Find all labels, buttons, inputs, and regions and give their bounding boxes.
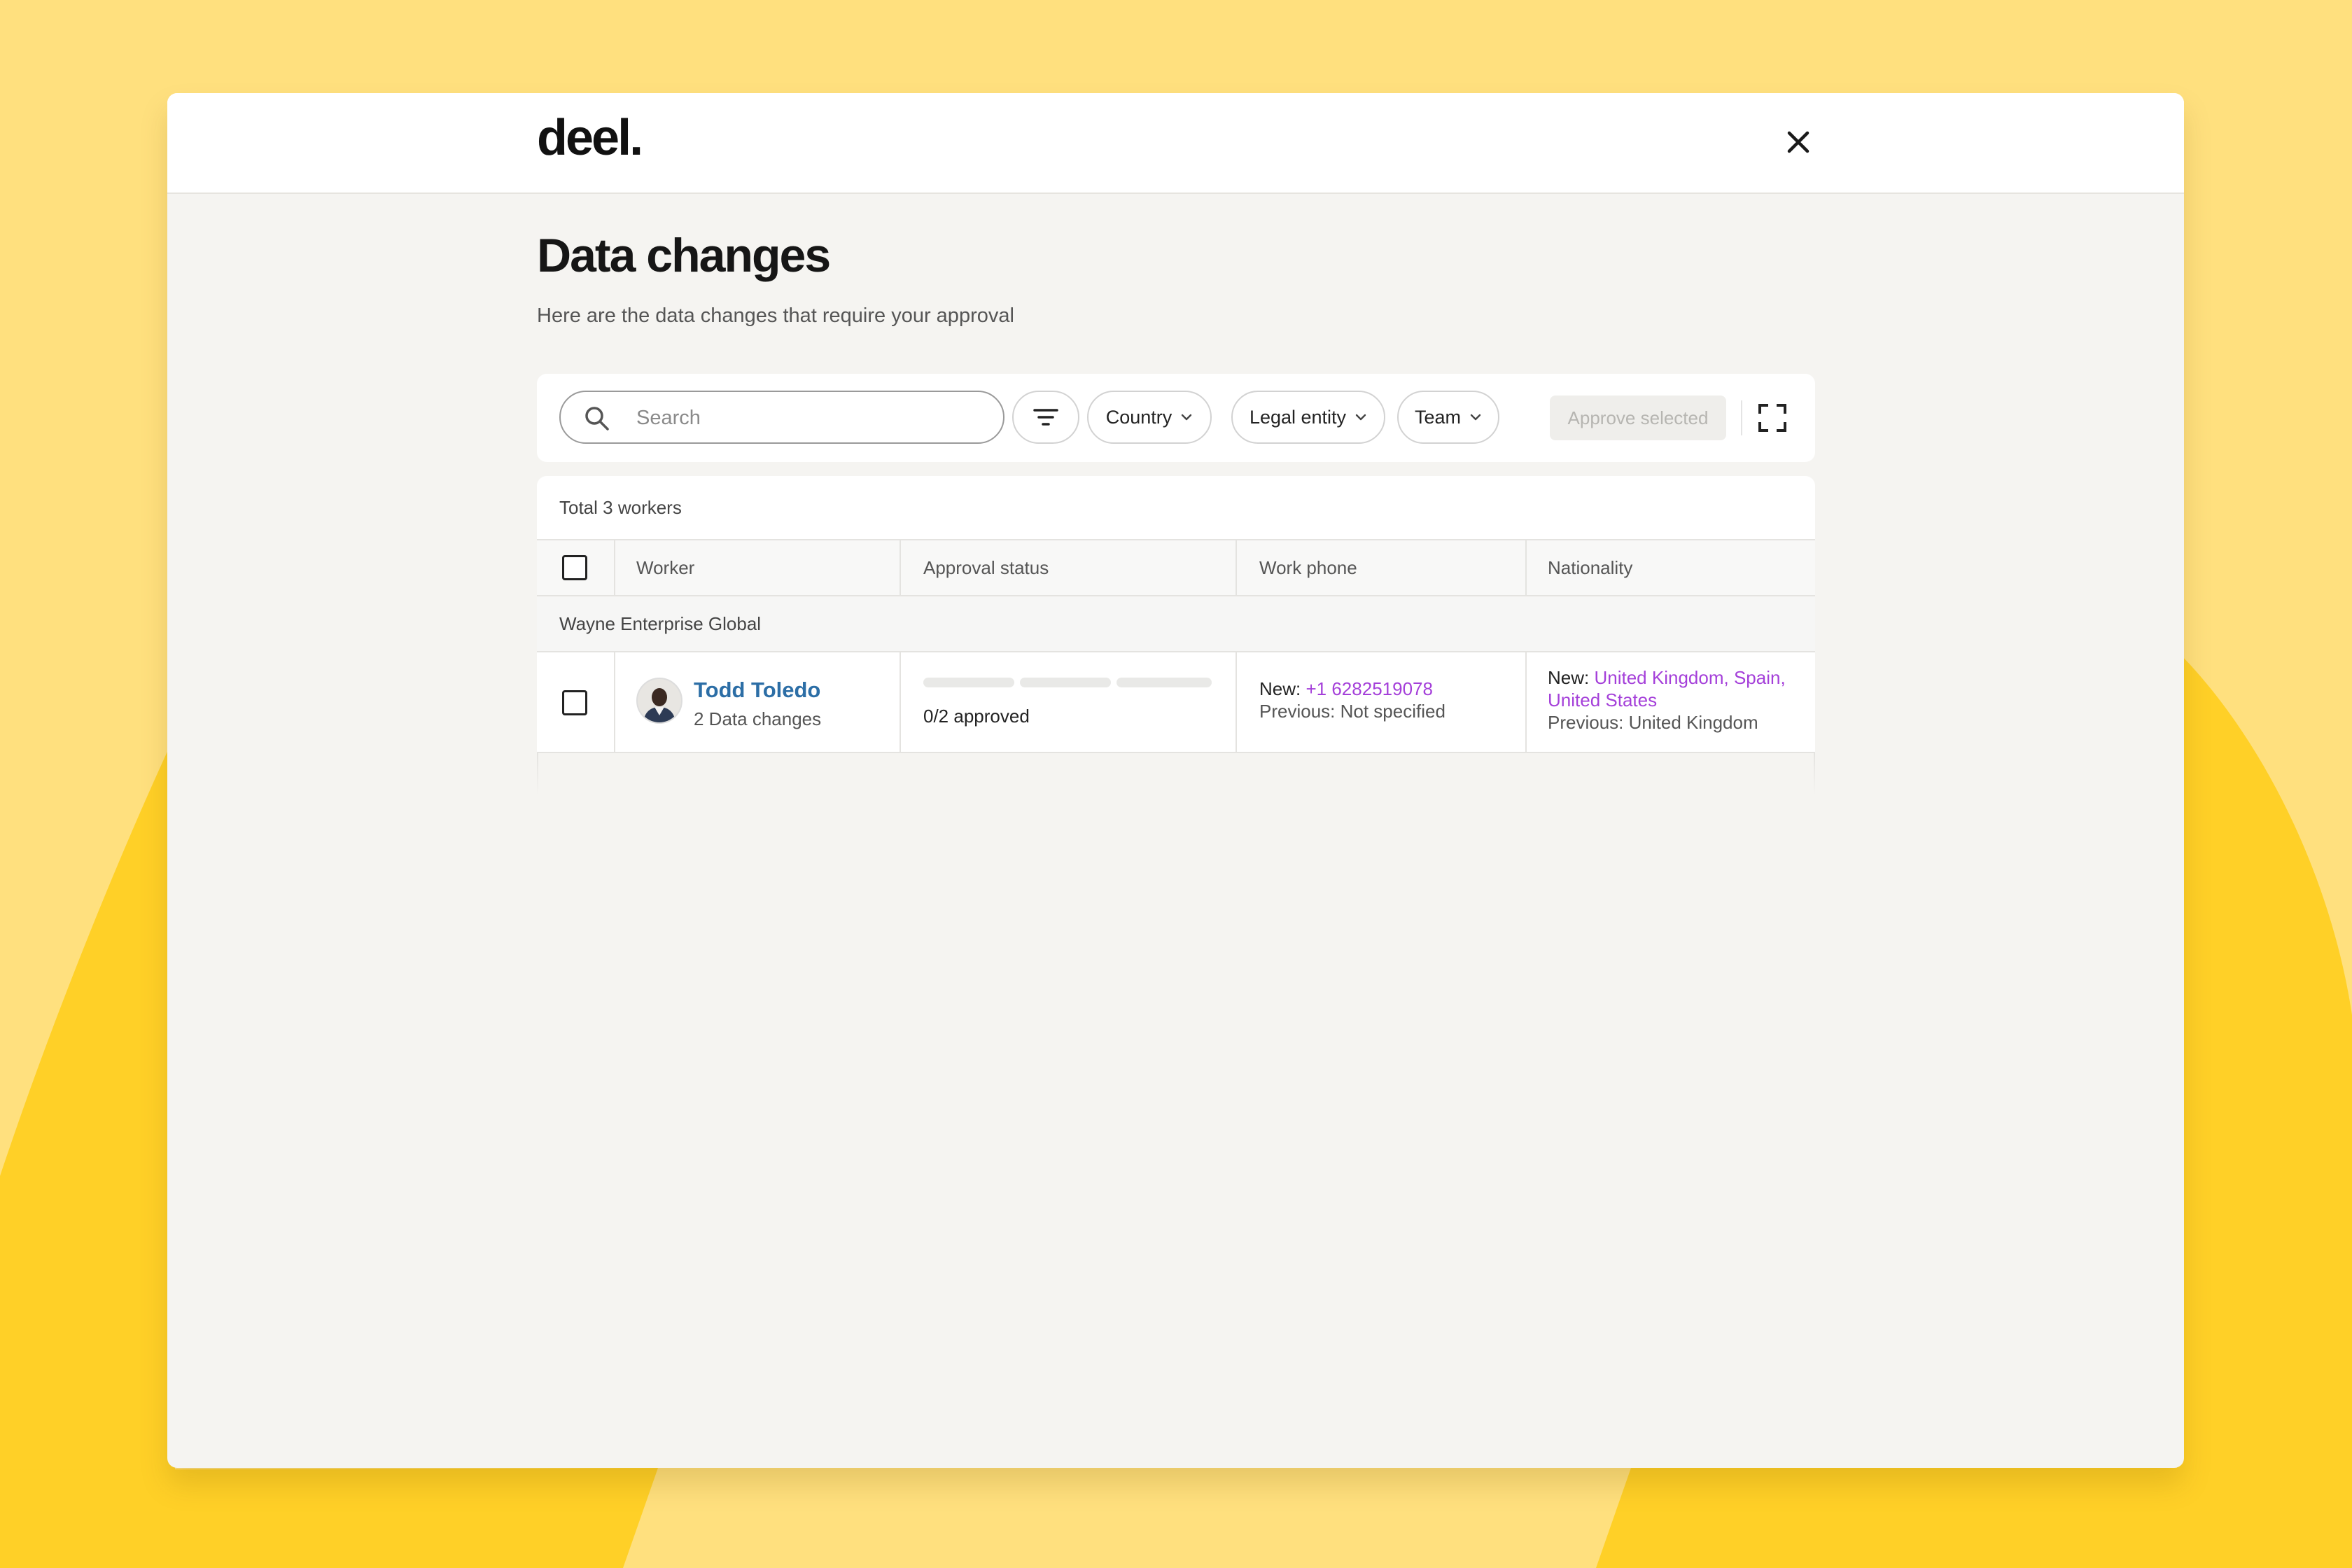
nationality-new-value[interactable]: Spain bbox=[1734, 667, 1781, 688]
row-checkbox[interactable] bbox=[562, 690, 587, 715]
approval-progress-segment bbox=[1116, 678, 1212, 687]
work-phone-new-value[interactable]: +1 6282519078 bbox=[1306, 678, 1432, 699]
page-subtitle: Here are the data changes that require y… bbox=[537, 304, 1014, 327]
work-phone-previous-value: Not specified bbox=[1340, 701, 1446, 722]
group-row: Wayne Enterprise Global bbox=[537, 596, 1815, 652]
close-icon bbox=[1787, 131, 1809, 153]
search-box[interactable] bbox=[559, 391, 1004, 444]
nationality-new-value[interactable]: United States bbox=[1548, 690, 1657, 710]
table-header: Worker Approval status Work phone Nation… bbox=[537, 539, 1815, 596]
table-row[interactable]: Todd Toledo 2 Data changes 0/2 approved … bbox=[537, 652, 1815, 753]
filter-icon bbox=[1033, 409, 1058, 426]
work-phone-previous-label: Previous: bbox=[1259, 701, 1336, 722]
column-divider bbox=[614, 540, 615, 595]
data-changes-modal: deel. Data changes Here are the data cha… bbox=[167, 93, 2184, 1468]
legal-entity-filter[interactable]: Legal entity bbox=[1231, 391, 1385, 444]
team-filter-label: Team bbox=[1414, 406, 1462, 428]
group-label: Wayne Enterprise Global bbox=[559, 612, 762, 634]
nationality-cell: New: United Kingdom, Spain, United State… bbox=[1548, 666, 1800, 734]
column-divider bbox=[899, 540, 901, 595]
nationality-separator: , bbox=[1723, 667, 1729, 688]
column-header-nationality[interactable]: Nationality bbox=[1548, 540, 1632, 595]
expand-icon bbox=[1758, 404, 1786, 432]
nationality-new-label: New: bbox=[1548, 667, 1590, 688]
search-icon bbox=[585, 407, 609, 430]
column-header-approval-status[interactable]: Approval status bbox=[923, 540, 1049, 595]
approval-progress-segment bbox=[1020, 678, 1111, 687]
column-divider bbox=[1236, 652, 1237, 752]
country-filter[interactable]: Country bbox=[1087, 391, 1212, 444]
column-divider bbox=[899, 652, 901, 752]
toolbar-divider bbox=[1741, 400, 1742, 435]
table-empty-area bbox=[537, 753, 1815, 891]
column-divider bbox=[1814, 753, 1815, 795]
worker-data-changes-count: 2 Data changes bbox=[694, 708, 822, 729]
total-workers: Total 3 workers bbox=[559, 496, 682, 518]
nationality-previous-label: Previous: bbox=[1548, 712, 1624, 733]
nationality-previous-value: United Kingdom bbox=[1628, 712, 1758, 733]
country-filter-label: Country bbox=[1105, 406, 1172, 428]
table-toolbar: Country Legal entity Team Approve select… bbox=[537, 374, 1815, 462]
close-button[interactable] bbox=[1777, 121, 1819, 163]
search-input[interactable] bbox=[635, 399, 988, 437]
approval-status-text: 0/2 approved bbox=[923, 706, 1030, 727]
column-divider bbox=[537, 753, 538, 795]
chevron-down-icon bbox=[1355, 414, 1366, 421]
nationality-separator: , bbox=[1780, 667, 1786, 688]
column-divider bbox=[1236, 540, 1237, 595]
filter-button[interactable] bbox=[1012, 391, 1079, 444]
work-phone-cell: New: +1 6282519078 Previous: Not specifi… bbox=[1259, 678, 1446, 722]
expand-button[interactable] bbox=[1756, 402, 1788, 434]
column-header-work-phone[interactable]: Work phone bbox=[1259, 540, 1357, 595]
approve-selected-button[interactable]: Approve selected bbox=[1550, 396, 1726, 440]
team-filter[interactable]: Team bbox=[1397, 391, 1499, 444]
column-divider bbox=[1525, 540, 1527, 595]
worker-name-link[interactable]: Todd Toledo bbox=[694, 678, 820, 703]
modal-header: deel. bbox=[167, 93, 2184, 194]
legal-entity-filter-label: Legal entity bbox=[1249, 406, 1347, 428]
work-phone-new-label: New: bbox=[1259, 678, 1301, 699]
select-all-checkbox[interactable] bbox=[562, 555, 587, 580]
column-divider bbox=[614, 652, 615, 752]
avatar bbox=[636, 678, 682, 724]
chevron-down-icon bbox=[1470, 414, 1481, 421]
deel-logo: deel. bbox=[537, 110, 643, 166]
approval-progress-segment bbox=[923, 678, 1014, 687]
chevron-down-icon bbox=[1182, 414, 1192, 421]
workers-table: Total 3 workers Worker Approval status W… bbox=[537, 476, 1815, 891]
nationality-new-value[interactable]: United Kingdom bbox=[1594, 667, 1723, 688]
column-header-worker[interactable]: Worker bbox=[636, 540, 694, 595]
page-title: Data changes bbox=[537, 229, 831, 282]
column-divider bbox=[1525, 652, 1527, 752]
